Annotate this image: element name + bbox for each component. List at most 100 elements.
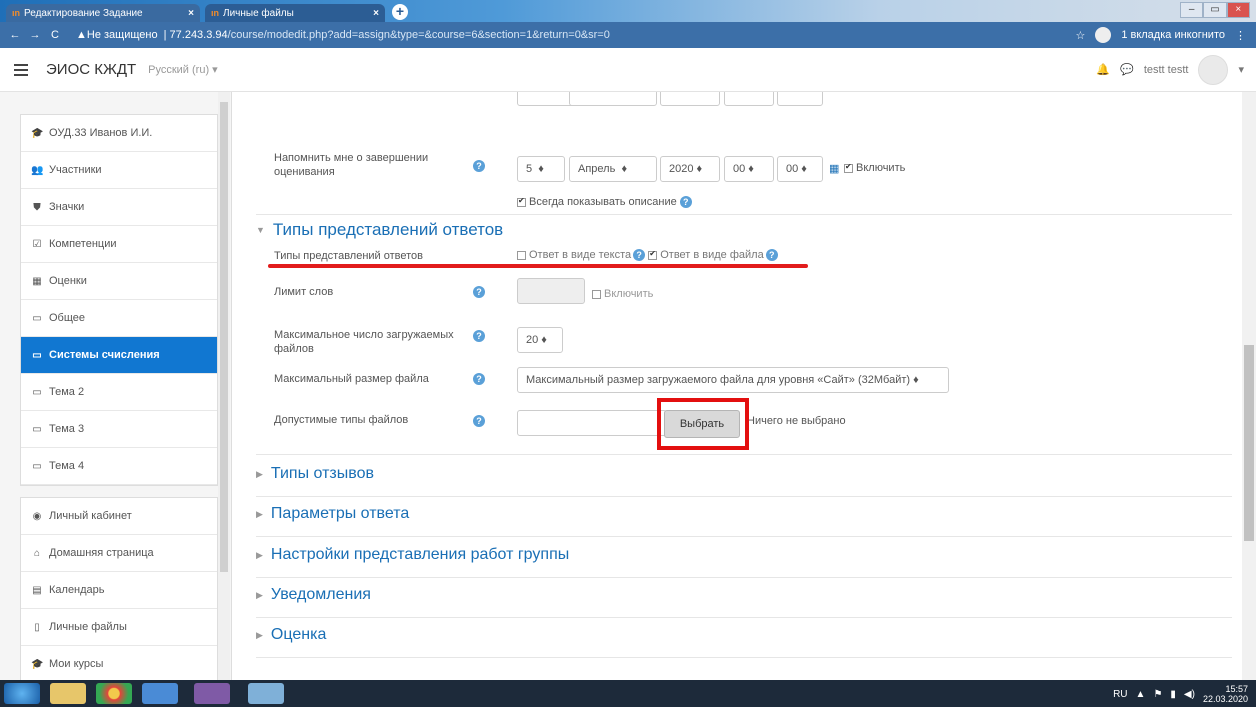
checkbox[interactable] — [844, 162, 853, 173]
chevron-down-icon[interactable]: ▾ — [1238, 63, 1244, 76]
max-files-select[interactable]: 20 ♦ — [517, 327, 563, 353]
maximize-icon[interactable]: ▭ — [1203, 2, 1227, 18]
user-name[interactable]: testt testt — [1144, 64, 1189, 76]
sidebar-item-10[interactable]: ▭ Тема 4 — [21, 448, 217, 485]
site-name[interactable]: ЭИОС КЖДТ — [46, 61, 136, 78]
screen-icon[interactable] — [248, 683, 284, 704]
sidebar-item-2[interactable]: 👥 Участники — [21, 152, 217, 189]
main-region: Напомнить мне о завершении оценивания ? … — [232, 92, 1242, 680]
help-icon[interactable]: ? — [679, 196, 692, 208]
file-types-input[interactable] — [517, 410, 667, 436]
remind-month-select[interactable]: Апрель ♦ — [569, 156, 657, 182]
insecure-label[interactable]: Не защищено — [87, 29, 158, 41]
browser-tab-strip: ın Редактирование Задание × ın Личные фа… — [0, 0, 1256, 22]
checkbox-label: Включить — [856, 162, 906, 174]
hamburger-menu-icon[interactable] — [10, 59, 32, 81]
language-indicator[interactable]: RU — [1113, 689, 1127, 700]
chrome-icon[interactable] — [96, 683, 132, 704]
divider — [256, 454, 1232, 455]
language-selector[interactable]: Русский (ru) ▾ — [148, 63, 218, 76]
remind-year-select[interactable]: 2020 ♦ — [660, 156, 720, 182]
app-icon[interactable] — [142, 683, 178, 704]
sidebar-item-9[interactable]: ▭ Тема 3 — [21, 411, 217, 448]
sidebar-item-4[interactable]: ☑ Компетенции — [21, 226, 217, 263]
sidebar-item-7[interactable]: ▭ Системы счисления — [21, 337, 217, 374]
sidebar-item-6[interactable]: ▭ Общее — [21, 300, 217, 337]
remind-hour-select[interactable]: 00 ♦ — [724, 156, 774, 182]
word-limit-enable-checkbox[interactable]: Включить — [592, 288, 653, 300]
checkbox[interactable] — [648, 249, 658, 260]
max-size-select[interactable]: Максимальный размер загружаемого файла д… — [517, 367, 949, 393]
checkbox[interactable] — [592, 289, 601, 299]
help-icon[interactable]: ? — [473, 160, 485, 172]
sidebar-item-5[interactable]: ▦ Оценки — [21, 263, 217, 300]
volume-icon[interactable]: ◀) — [1184, 689, 1195, 700]
explorer-icon[interactable] — [50, 683, 86, 704]
prev-select[interactable] — [660, 92, 720, 106]
url-field[interactable]: 77.243.3.94/course/modedit.php?add=assig… — [170, 29, 610, 41]
reload-icon[interactable]: C — [48, 29, 62, 41]
word-limit-input[interactable] — [517, 278, 585, 304]
calendar-icon[interactable]: ▦ — [829, 162, 839, 175]
menu-dots-icon[interactable]: ⋮ — [1235, 29, 1246, 42]
help-icon[interactable]: ? — [473, 330, 485, 342]
section-feedback-types[interactable]: ▶ Типы отзывов — [256, 465, 374, 483]
sidebar-item-3[interactable]: ▤ Календарь — [21, 572, 217, 609]
section-group-submission[interactable]: ▶ Настройки представления работ группы — [256, 546, 569, 564]
section-grade[interactable]: ▶ Оценка — [256, 626, 326, 644]
choose-file-types-button[interactable]: Выбрать — [664, 410, 740, 438]
page-scrollbar-thumb[interactable] — [1244, 345, 1254, 541]
section-submission-settings[interactable]: ▶ Параметры ответа — [256, 505, 409, 523]
prev-select[interactable] — [777, 92, 823, 106]
sidebar-item-1[interactable]: 🎓 ОУД.33 Иванов И.И. — [21, 115, 217, 152]
sidebar-item-3[interactable]: ⛊ Значки — [21, 189, 217, 226]
help-icon[interactable]: ? — [473, 286, 485, 298]
sidebar-item-1[interactable]: ◉ Личный кабинет — [21, 498, 217, 535]
sidebar-item-8[interactable]: ▭ Тема 2 — [21, 374, 217, 411]
submission-text-checkbox[interactable]: Ответ в виде текста? Ответ в виде файла? — [517, 249, 778, 261]
incognito-label[interactable]: 1 вкладка инкогнито — [1121, 29, 1225, 41]
forward-icon[interactable]: → — [28, 29, 42, 41]
checkbox[interactable] — [517, 196, 526, 207]
new-tab-button[interactable]: + — [392, 4, 408, 20]
warning-icon[interactable]: ▲ — [76, 29, 87, 41]
tray-arrow-icon[interactable]: ▲ — [1136, 689, 1146, 700]
network-icon[interactable]: ▮ — [1170, 689, 1176, 700]
browser-tab-edit-assignment[interactable]: ın Редактирование Задание × — [6, 4, 200, 22]
minimize-icon[interactable]: – — [1180, 2, 1204, 18]
photoshop-icon[interactable] — [194, 683, 230, 704]
remind-minute-select[interactable]: 00 ♦ — [777, 156, 823, 182]
sidebar-item-2[interactable]: ⌂ Домашняя страница — [21, 535, 217, 572]
window-controls: – ▭ × — [1180, 2, 1250, 18]
sidebar-item-label: Личные файлы — [49, 621, 127, 633]
chat-icon[interactable]: 💬 — [1120, 63, 1134, 76]
help-icon[interactable]: ? — [633, 249, 646, 261]
close-tab-icon[interactable]: × — [373, 8, 379, 19]
avatar[interactable] — [1198, 54, 1229, 85]
star-icon[interactable]: ☆ — [1075, 29, 1085, 42]
close-window-icon[interactable]: × — [1226, 2, 1250, 18]
remind-day-select[interactable]: 5 ♦ — [517, 156, 565, 182]
checkbox[interactable] — [517, 250, 526, 260]
prev-select[interactable] — [724, 92, 774, 106]
prev-select[interactable] — [517, 92, 577, 106]
back-icon[interactable]: ← — [8, 29, 22, 41]
sidebar-scrollbar-thumb[interactable] — [220, 102, 228, 572]
bell-icon[interactable]: 🔔 — [1096, 63, 1110, 76]
clock[interactable]: 15:57 22.03.2020 — [1203, 684, 1248, 704]
close-tab-icon[interactable]: × — [188, 8, 194, 19]
section-submission-types[interactable]: ▼ Типы представлений ответов — [256, 220, 503, 240]
help-icon[interactable]: ? — [765, 249, 778, 261]
start-button-icon[interactable] — [4, 683, 40, 704]
incognito-icon[interactable] — [1095, 27, 1112, 43]
browser-tab-personal-files[interactable]: ın Личные файлы × — [205, 4, 385, 22]
section-notifications[interactable]: ▶ Уведомления — [256, 586, 371, 604]
help-icon[interactable]: ? — [473, 415, 485, 427]
prev-select[interactable] — [569, 92, 657, 106]
flag-icon[interactable]: ⚑ — [1153, 689, 1162, 700]
sidebar-item-4[interactable]: ▯ Личные файлы — [21, 609, 217, 646]
sidebar-item-5[interactable]: 🎓 Мои курсы — [21, 646, 217, 680]
remind-enable-checkbox[interactable]: Включить — [844, 162, 905, 174]
help-icon[interactable]: ? — [473, 373, 485, 385]
always-show-checkbox[interactable]: Всегда показывать описание ? — [517, 196, 692, 208]
